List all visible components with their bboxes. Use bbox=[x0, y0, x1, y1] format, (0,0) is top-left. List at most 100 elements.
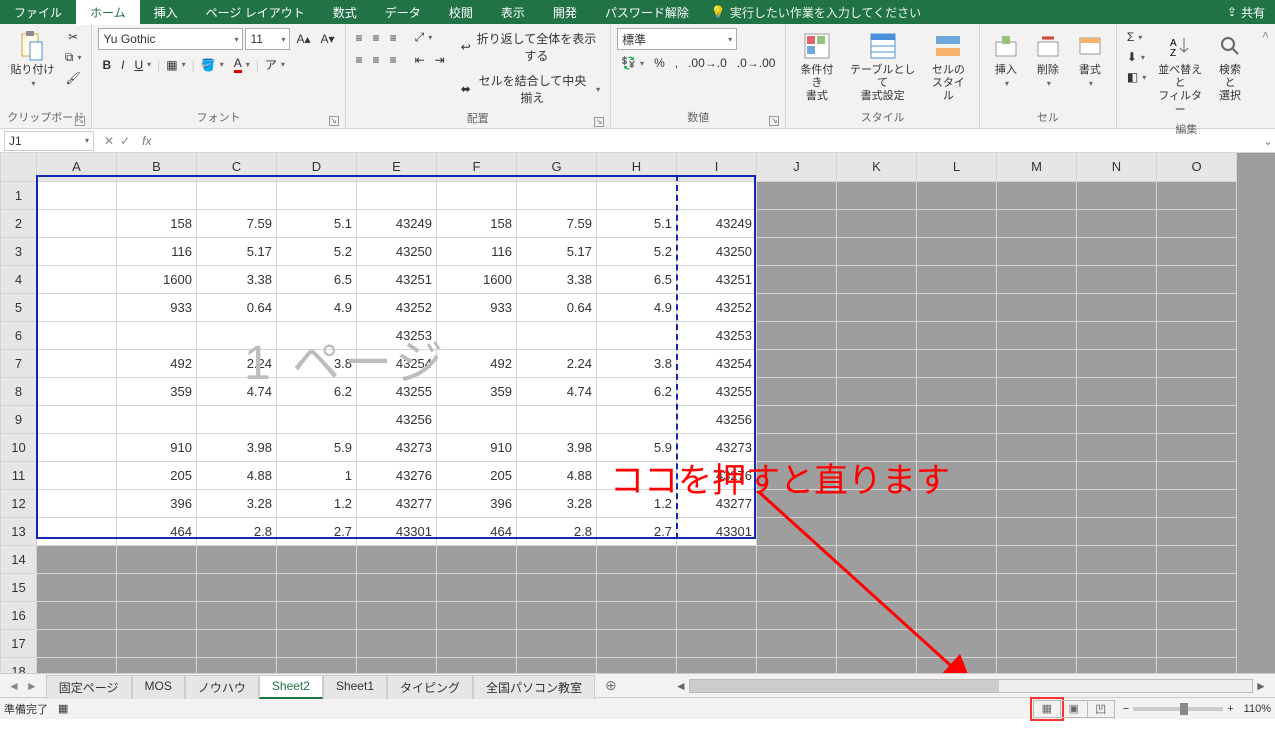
cell[interactable]: 43255 bbox=[677, 377, 757, 405]
cell[interactable] bbox=[437, 601, 517, 629]
tab-data[interactable]: データ bbox=[371, 0, 435, 25]
cell[interactable]: 5.1 bbox=[597, 209, 677, 237]
cell[interactable]: 396 bbox=[437, 489, 517, 517]
cell[interactable] bbox=[997, 321, 1077, 349]
cell[interactable]: 1600 bbox=[117, 265, 197, 293]
cell[interactable] bbox=[1077, 657, 1157, 673]
formula-input[interactable] bbox=[157, 131, 1261, 151]
cell[interactable]: 43276 bbox=[357, 461, 437, 489]
column-header-M[interactable]: M bbox=[997, 153, 1077, 181]
cell[interactable] bbox=[757, 573, 837, 601]
cell[interactable] bbox=[757, 629, 837, 657]
row-header[interactable]: 1 bbox=[1, 181, 37, 209]
row-header[interactable]: 3 bbox=[1, 237, 37, 265]
fill-color-button[interactable]: 🪣▾ bbox=[197, 56, 228, 74]
cell[interactable] bbox=[37, 489, 117, 517]
cell[interactable] bbox=[597, 405, 677, 433]
cell[interactable] bbox=[37, 601, 117, 629]
cell[interactable] bbox=[757, 601, 837, 629]
cell[interactable] bbox=[1077, 629, 1157, 657]
cell[interactable]: 6.5 bbox=[277, 265, 357, 293]
cell[interactable] bbox=[1157, 629, 1237, 657]
cell[interactable] bbox=[757, 209, 837, 237]
cell[interactable]: 359 bbox=[437, 377, 517, 405]
tab-developer[interactable]: 開発 bbox=[539, 0, 591, 25]
cell[interactable] bbox=[197, 629, 277, 657]
zoom-slider[interactable] bbox=[1133, 707, 1223, 711]
cell[interactable] bbox=[1077, 517, 1157, 545]
cell[interactable] bbox=[1077, 209, 1157, 237]
cell[interactable]: 1600 bbox=[437, 265, 517, 293]
tab-home[interactable]: ホーム bbox=[76, 0, 140, 25]
cell[interactable] bbox=[837, 433, 917, 461]
cell[interactable] bbox=[117, 321, 197, 349]
cell[interactable]: 1.2 bbox=[277, 489, 357, 517]
cell[interactable] bbox=[837, 209, 917, 237]
cell[interactable] bbox=[837, 545, 917, 573]
cell[interactable] bbox=[437, 573, 517, 601]
zoom-out-button[interactable]: − bbox=[1123, 703, 1129, 715]
horizontal-scrollbar[interactable]: ◄ ► bbox=[673, 679, 1269, 693]
sheet-tab[interactable]: MOS bbox=[132, 675, 185, 699]
cell[interactable] bbox=[997, 405, 1077, 433]
column-header-H[interactable]: H bbox=[597, 153, 677, 181]
cell[interactable] bbox=[997, 237, 1077, 265]
cell[interactable] bbox=[1157, 573, 1237, 601]
insert-cells-button[interactable]: 挿入▾ bbox=[986, 28, 1026, 92]
cell[interactable]: 43251 bbox=[357, 265, 437, 293]
cell-styles-button[interactable]: セルの スタイル bbox=[924, 28, 973, 106]
cell[interactable] bbox=[197, 657, 277, 673]
scroll-right-button[interactable]: ► bbox=[1253, 679, 1269, 693]
cell[interactable] bbox=[997, 377, 1077, 405]
cell[interactable] bbox=[357, 601, 437, 629]
column-header-I[interactable]: I bbox=[677, 153, 757, 181]
cell[interactable]: 3.28 bbox=[197, 489, 277, 517]
select-all-corner[interactable] bbox=[1, 153, 37, 181]
cell[interactable] bbox=[997, 629, 1077, 657]
clipboard-dialog-launcher[interactable]: ↘ bbox=[75, 116, 85, 126]
cell[interactable] bbox=[37, 657, 117, 673]
row-header[interactable]: 4 bbox=[1, 265, 37, 293]
cell[interactable] bbox=[277, 573, 357, 601]
cell[interactable]: 7.59 bbox=[197, 209, 277, 237]
cell[interactable] bbox=[917, 517, 997, 545]
column-header-E[interactable]: E bbox=[357, 153, 437, 181]
cell[interactable] bbox=[37, 461, 117, 489]
cell[interactable]: 43251 bbox=[677, 265, 757, 293]
cell[interactable]: 158 bbox=[117, 209, 197, 237]
number-format-combo[interactable]: 標準▾ bbox=[617, 28, 737, 50]
increase-decimal-button[interactable]: .00→.0 bbox=[684, 54, 731, 72]
cell[interactable] bbox=[1157, 237, 1237, 265]
cell[interactable]: 43249 bbox=[357, 209, 437, 237]
cell[interactable]: 5.9 bbox=[597, 433, 677, 461]
cell[interactable] bbox=[1077, 433, 1157, 461]
cell[interactable] bbox=[837, 601, 917, 629]
font-size-combo[interactable]: 11▾ bbox=[245, 28, 290, 50]
cell[interactable]: 205 bbox=[437, 461, 517, 489]
cell[interactable]: 3.98 bbox=[197, 433, 277, 461]
cell[interactable] bbox=[517, 321, 597, 349]
cell[interactable] bbox=[997, 517, 1077, 545]
cell[interactable] bbox=[757, 321, 837, 349]
cell[interactable] bbox=[37, 321, 117, 349]
cell[interactable] bbox=[917, 293, 997, 321]
cell[interactable]: 43273 bbox=[677, 433, 757, 461]
cell[interactable]: 43256 bbox=[357, 405, 437, 433]
cell[interactable] bbox=[517, 573, 597, 601]
column-header-J[interactable]: J bbox=[757, 153, 837, 181]
align-middle-button[interactable]: ≡ bbox=[369, 29, 384, 47]
cell[interactable] bbox=[997, 601, 1077, 629]
cell[interactable] bbox=[757, 489, 837, 517]
cell[interactable] bbox=[37, 349, 117, 377]
sheet-tab[interactable]: タイピング bbox=[387, 675, 473, 699]
column-header-O[interactable]: O bbox=[1157, 153, 1237, 181]
cell[interactable] bbox=[197, 601, 277, 629]
cell[interactable]: 6.5 bbox=[597, 265, 677, 293]
cell[interactable] bbox=[917, 657, 997, 673]
sheet-tab[interactable]: ノウハウ bbox=[185, 675, 259, 699]
cell[interactable]: 464 bbox=[437, 517, 517, 545]
cell[interactable] bbox=[997, 349, 1077, 377]
cell[interactable] bbox=[37, 545, 117, 573]
row-header[interactable]: 18 bbox=[1, 657, 37, 673]
cell[interactable] bbox=[597, 181, 677, 209]
